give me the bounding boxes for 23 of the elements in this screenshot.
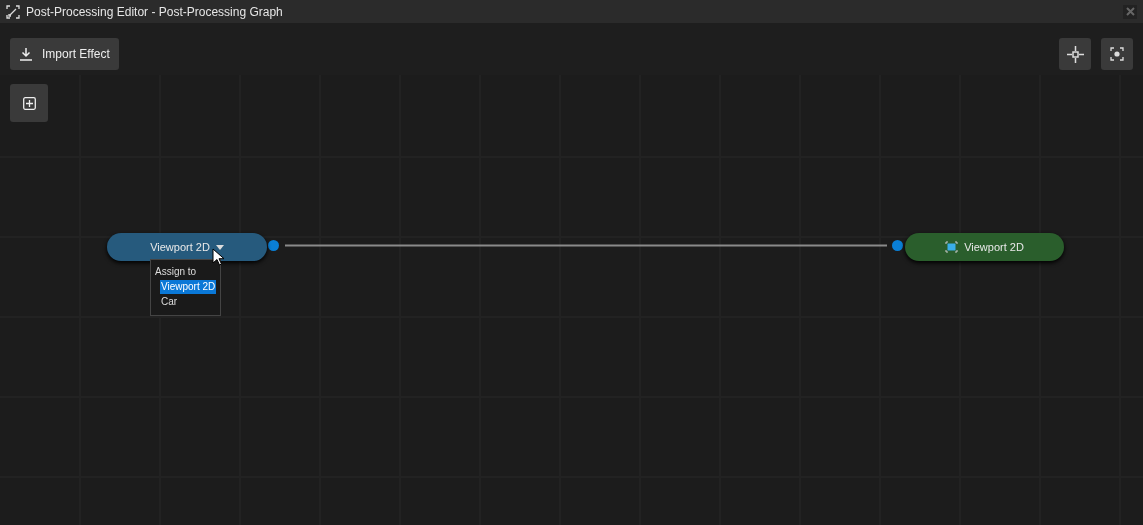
editor-icon <box>6 4 20 19</box>
center-view-button[interactable] <box>1059 38 1091 70</box>
download-icon <box>19 47 33 61</box>
menu-item[interactable]: Viewport 2D <box>160 280 216 294</box>
caret-icon[interactable] <box>215 244 224 250</box>
node-label: Viewport 2D <box>150 239 210 255</box>
plus-square-icon <box>22 96 36 110</box>
target-node[interactable]: Viewport 2D <box>905 233 1064 261</box>
focus-button[interactable] <box>1101 38 1133 70</box>
close-button[interactable] <box>1123 4 1137 19</box>
input-port[interactable] <box>892 240 903 251</box>
window-title: Post-Processing Editor - Post-Processing Graph <box>26 3 283 21</box>
node-label: Viewport 2D <box>964 239 1024 255</box>
source-node[interactable]: Viewport 2D <box>107 233 267 261</box>
focus-icon <box>1110 47 1124 61</box>
viewport-icon <box>945 241 959 253</box>
import-effect-button[interactable]: Import Effect <box>10 38 119 70</box>
cursor-icon <box>212 248 224 266</box>
menu-item[interactable]: Car <box>160 295 216 309</box>
output-port[interactable] <box>268 240 279 251</box>
crosshair-icon <box>1066 45 1084 63</box>
add-node-button[interactable] <box>10 84 48 122</box>
menu-title: Assign to <box>155 265 198 279</box>
